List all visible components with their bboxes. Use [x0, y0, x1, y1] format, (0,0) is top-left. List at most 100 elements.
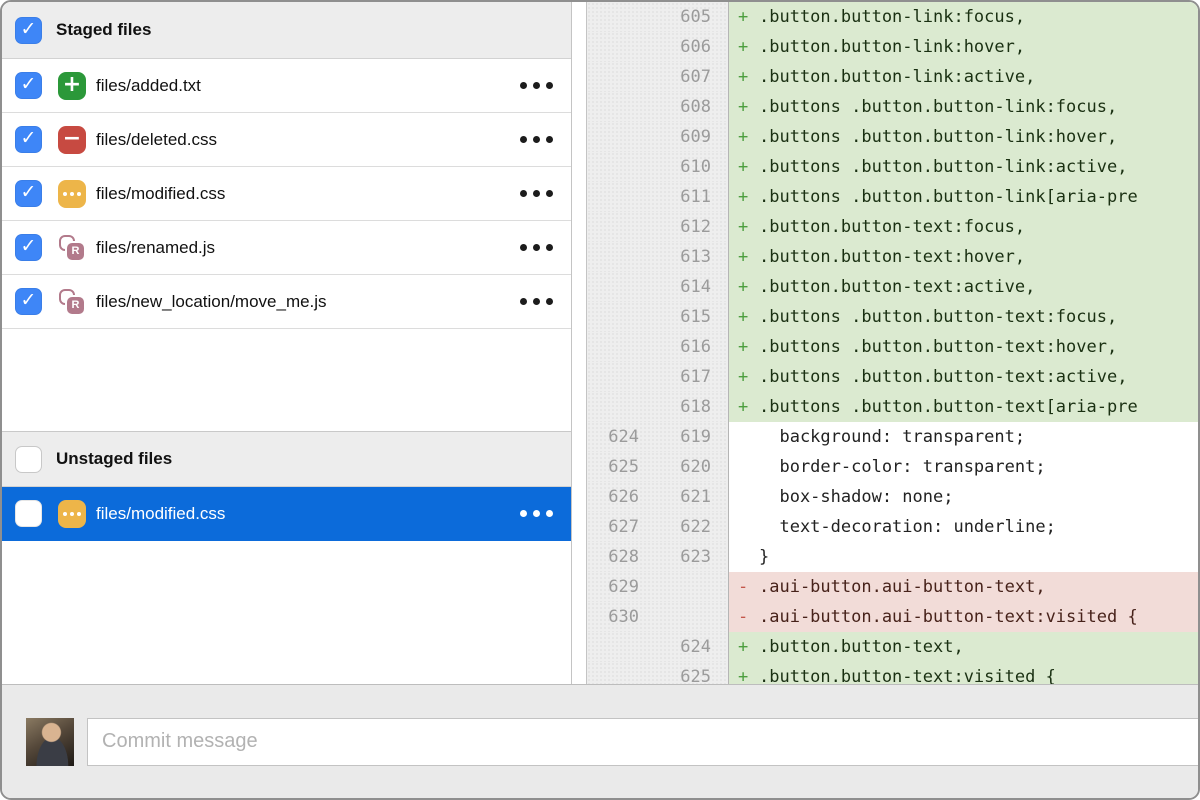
code-line: +.buttons .button.button-text:active, [729, 362, 1198, 392]
line-number-gutter: 610 [587, 152, 729, 182]
new-line-number: 611 [639, 182, 711, 212]
unstaged-toggle-checkbox[interactable] [15, 446, 42, 473]
old-line-number: 624 [587, 422, 639, 452]
file-list-panel: ✓ Staged files ✓+files/added.txt✓−files/… [2, 2, 586, 684]
commit-message-input[interactable] [87, 718, 1198, 766]
old-line-number: 629 [587, 572, 639, 602]
code-text: text-decoration: underline; [759, 512, 1056, 542]
file-row[interactable]: ✓Rfiles/renamed.js [2, 221, 571, 275]
diff-sign: - [738, 572, 759, 602]
plus-icon: + [63, 74, 81, 96]
line-number-gutter: 616 [587, 332, 729, 362]
row-menu-button[interactable] [520, 136, 553, 143]
line-number-gutter: 606 [587, 32, 729, 62]
file-checkbox[interactable]: ✓ [15, 126, 42, 153]
code-text: .buttons .button.button-link:hover, [759, 122, 1117, 152]
staged-toggle-checkbox[interactable]: ✓ [15, 17, 42, 44]
file-checkbox[interactable]: ✓ [15, 234, 42, 261]
diff-line: 629-.aui-button.aui-button-text, [587, 572, 1198, 602]
file-checkbox[interactable]: ✓ [15, 288, 42, 315]
code-text: .button.button-link:focus, [759, 2, 1025, 32]
code-text: border-color: transparent; [759, 452, 1046, 482]
code-line: box-shadow: none; [729, 482, 1198, 512]
line-number-gutter: 614 [587, 272, 729, 302]
file-name: files/new_location/move_me.js [96, 292, 327, 312]
code-text: .buttons .button.button-text:focus, [759, 302, 1117, 332]
file-row[interactable]: ✓−files/deleted.css [2, 113, 571, 167]
old-line-number [587, 362, 639, 392]
new-line-number: 618 [639, 392, 711, 422]
diff-line: 610+.buttons .button.button-link:active, [587, 152, 1198, 182]
line-number-gutter: 624619 [587, 422, 729, 452]
new-line-number: 622 [639, 512, 711, 542]
new-line-number [639, 572, 711, 602]
old-line-number [587, 62, 639, 92]
code-line: background: transparent; [729, 422, 1198, 452]
file-checkbox[interactable]: ✓ [15, 72, 42, 99]
line-number-gutter: 605 [587, 2, 729, 32]
file-list-scroll-area[interactable]: ✓ Staged files ✓+files/added.txt✓−files/… [2, 2, 572, 684]
diff-view[interactable]: 605+.button.button-link:focus,606+.butto… [586, 2, 1198, 684]
diff-sign: + [738, 242, 759, 272]
code-text: .buttons .button.button-link:focus, [759, 92, 1117, 122]
line-number-gutter: 628623 [587, 542, 729, 572]
file-name: files/modified.css [96, 184, 225, 204]
file-checkbox[interactable] [15, 500, 42, 527]
staged-header-label: Staged files [56, 20, 151, 40]
file-name: files/deleted.css [96, 130, 217, 150]
code-text: .buttons .button.button-text:hover, [759, 332, 1117, 362]
code-text: .buttons .button.button-link:active, [759, 152, 1127, 182]
diff-sign [738, 512, 759, 542]
line-number-gutter: 625620 [587, 452, 729, 482]
file-row[interactable]: files/modified.css [2, 487, 571, 541]
diff-line: 609+.buttons .button.button-link:hover, [587, 122, 1198, 152]
file-row[interactable]: ✓+files/added.txt [2, 59, 571, 113]
row-menu-button[interactable] [520, 510, 553, 517]
checkmark-icon: ✓ [21, 183, 37, 202]
staged-list-empty-space [2, 329, 571, 431]
code-line: } [729, 542, 1198, 572]
code-text: .button.button-link:hover, [759, 32, 1025, 62]
diff-sign: + [738, 212, 759, 242]
new-line-number: 614 [639, 272, 711, 302]
old-line-number [587, 272, 639, 302]
code-text: .button.button-text:focus, [759, 212, 1025, 242]
old-line-number [587, 392, 639, 422]
code-line: text-decoration: underline; [729, 512, 1198, 542]
line-number-gutter: 626621 [587, 482, 729, 512]
code-line: +.button.button-link:hover, [729, 32, 1198, 62]
new-line-number: 617 [639, 362, 711, 392]
code-line: +.button.button-text:hover, [729, 242, 1198, 272]
row-menu-button[interactable] [520, 298, 553, 305]
diff-sign: + [738, 92, 759, 122]
row-menu-button[interactable] [520, 190, 553, 197]
renamed-status-icon: R [58, 288, 86, 316]
old-line-number [587, 92, 639, 122]
line-number-gutter: 613 [587, 242, 729, 272]
checkmark-icon: ✓ [21, 20, 37, 39]
code-line: +.buttons .button.button-text[aria-pre [729, 392, 1198, 422]
diff-line: 625620 border-color: transparent; [587, 452, 1198, 482]
minus-icon: − [63, 128, 81, 150]
file-row[interactable]: ✓ files/modified.css [2, 167, 571, 221]
file-checkbox[interactable]: ✓ [15, 180, 42, 207]
row-menu-button[interactable] [520, 244, 553, 251]
code-line: -.aui-button.aui-button-text:visited { [729, 602, 1198, 632]
row-menu-button[interactable] [520, 82, 553, 89]
new-line-number: 609 [639, 122, 711, 152]
diff-line: 624+.button.button-text, [587, 632, 1198, 662]
diff-sign: + [738, 32, 759, 62]
diff-sign: + [738, 332, 759, 362]
file-row[interactable]: ✓ Rfiles/new_location/move_me.js [2, 275, 571, 329]
line-number-gutter: 611 [587, 182, 729, 212]
old-line-number: 626 [587, 482, 639, 512]
new-line-number: 624 [639, 632, 711, 662]
staged-file-list: ✓+files/added.txt✓−files/deleted.css✓fil… [2, 59, 571, 329]
code-text: .aui-button.aui-button-text:visited { [759, 602, 1138, 632]
diff-sign: - [738, 602, 759, 632]
code-text: background: transparent; [759, 422, 1025, 452]
line-number-gutter: 607 [587, 62, 729, 92]
old-line-number [587, 32, 639, 62]
diff-sign: + [738, 62, 759, 92]
new-line-number: 623 [639, 542, 711, 572]
